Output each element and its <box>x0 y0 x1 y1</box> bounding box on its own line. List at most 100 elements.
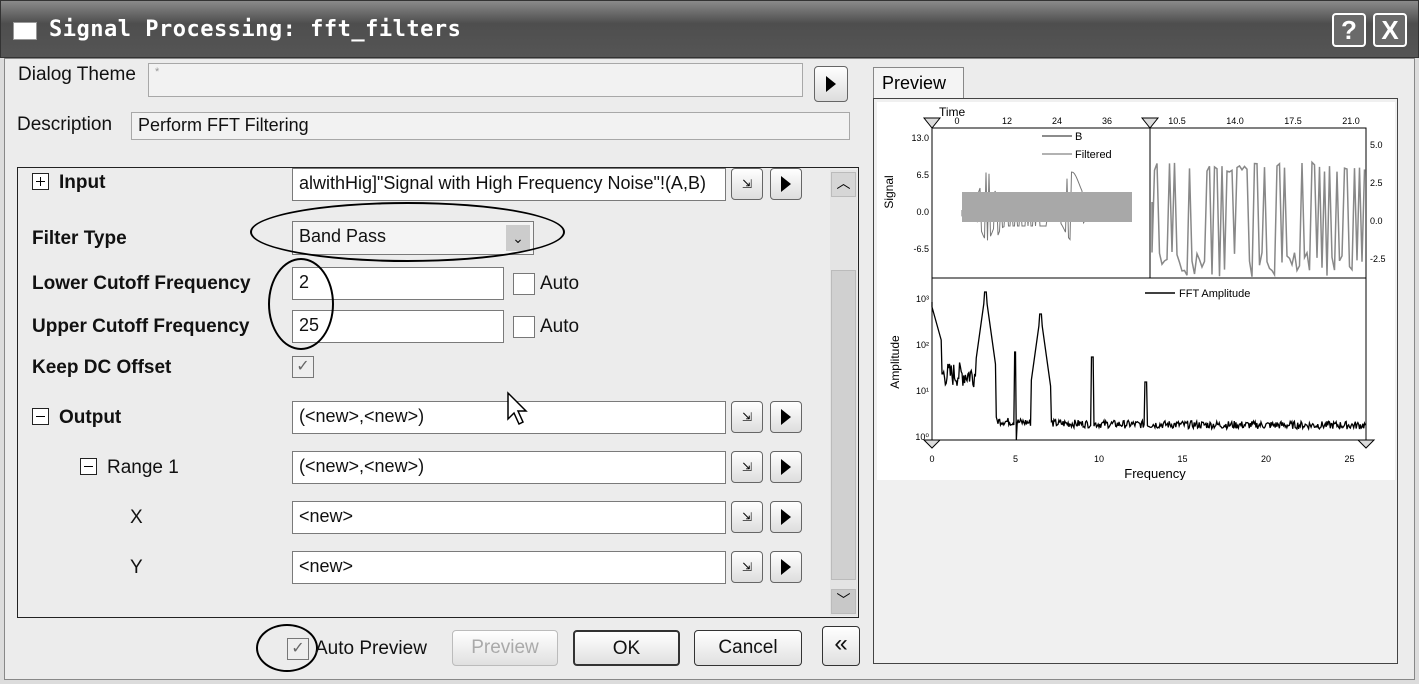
range1-field[interactable]: (<new>,<new>) <box>292 451 726 484</box>
x-tick-label: 21.0 <box>1342 116 1360 126</box>
input-node[interactable]: Input <box>32 172 105 194</box>
x-tick-label: 10 <box>1094 454 1104 464</box>
arrow-right-icon <box>826 76 836 92</box>
annotation-ellipse <box>250 202 565 262</box>
y-tick-label: 10³ <box>916 294 929 304</box>
y-tick-label: 6.5 <box>916 170 929 180</box>
arrow-right-icon <box>781 409 791 425</box>
input-range-field[interactable]: alwithHig]"Signal with High Frequency No… <box>292 168 726 201</box>
x-tick-label: 10.5 <box>1168 116 1186 126</box>
upper-auto-label: Auto <box>540 316 580 337</box>
description-field: Perform FFT Filtering <box>131 112 850 140</box>
keep-dc-checkbox[interactable]: ✓ <box>292 356 314 378</box>
cancel-button[interactable]: Cancel <box>694 630 802 666</box>
title-bar: Signal Processing: fft_filters ? X <box>0 0 1419 58</box>
arrow-right-icon <box>781 559 791 575</box>
lower-auto-label: Auto <box>540 273 580 294</box>
signal-axis-label: Signal <box>882 175 896 208</box>
x-tick-label: 17.5 <box>1284 116 1302 126</box>
window-title: Signal Processing: fft_filters <box>49 17 462 42</box>
auto-preview-checkbox[interactable]: ✓ <box>287 638 309 660</box>
keep-dc-label: Keep DC Offset <box>32 357 172 378</box>
preview-button[interactable]: Preview <box>452 630 558 666</box>
output-select-button[interactable]: ⇲ <box>731 401 763 433</box>
upper-auto-checkbox[interactable] <box>513 316 535 338</box>
help-button[interactable]: ? <box>1332 13 1366 47</box>
x-menu-button[interactable] <box>770 501 802 533</box>
input-label: Input <box>59 172 106 193</box>
x-tick-label: 5 <box>1013 454 1018 464</box>
x-tick-label: 24 <box>1052 116 1062 126</box>
arrow-right-icon <box>781 509 791 525</box>
x-tick-label: 12 <box>1002 116 1012 126</box>
y-tick-label: 10¹ <box>916 386 929 396</box>
lower-auto-checkbox[interactable] <box>513 273 535 295</box>
select-range-icon: ⇲ <box>741 510 753 524</box>
legend-b: B <box>1075 131 1082 143</box>
x-tick-label: 14.0 <box>1226 116 1244 126</box>
y-tick-label: -2.5 <box>1370 254 1386 264</box>
x-tick-label: 20 <box>1261 454 1271 464</box>
range1-node[interactable]: Range 1 <box>80 457 179 479</box>
amplitude-axis-label: Amplitude <box>888 335 902 389</box>
ok-button[interactable]: OK <box>573 630 680 666</box>
dialog-theme-field[interactable]: * <box>148 63 803 97</box>
bottom-frame <box>931 277 1367 441</box>
select-range-icon: ⇲ <box>741 410 753 424</box>
collapse-icon[interactable] <box>32 408 49 425</box>
close-button[interactable]: X <box>1373 13 1407 47</box>
theme-menu-button[interactable] <box>814 66 848 102</box>
y-tick-label: 0.0 <box>916 207 929 217</box>
annotation-ellipse <box>268 258 334 350</box>
x-field[interactable]: <new> <box>292 501 726 534</box>
output-menu-button[interactable] <box>770 401 802 433</box>
range-marker-icon <box>1356 439 1376 449</box>
arrow-right-icon <box>781 176 791 192</box>
scroll-up-icon[interactable]: ︿ <box>831 172 856 197</box>
collapse-icon[interactable] <box>80 458 97 475</box>
x-tick-label: 15 <box>1177 454 1187 464</box>
description-label: Description <box>17 114 113 135</box>
range1-menu-button[interactable] <box>770 451 802 483</box>
x-tick-label: 0 <box>929 454 934 464</box>
output-node[interactable]: Output <box>32 407 121 429</box>
window-icon <box>13 22 37 40</box>
x-tick-label: 36 <box>1102 116 1112 126</box>
range-marker-icon <box>922 117 942 129</box>
range1-select-button[interactable]: ⇲ <box>731 451 763 483</box>
y-field[interactable]: <new> <box>292 551 726 584</box>
y-tick-label: 2.5 <box>1370 178 1383 188</box>
y-tick-label: 10² <box>916 340 929 350</box>
select-range-icon: ⇲ <box>741 560 753 574</box>
y-select-button[interactable]: ⇲ <box>731 551 763 583</box>
x-select-button[interactable]: ⇲ <box>731 501 763 533</box>
scroll-thumb[interactable] <box>831 270 856 580</box>
legend-filtered: Filtered <box>1075 149 1112 161</box>
tree-scrollbar[interactable]: ︿ ﹀ <box>830 170 857 616</box>
dialog-theme-label: Dialog Theme <box>18 64 136 85</box>
mouse-cursor-icon <box>507 391 528 426</box>
range1-label: Range 1 <box>107 457 179 478</box>
select-range-icon: ⇲ <box>741 177 753 191</box>
fft-amplitude-trace <box>931 291 1366 441</box>
filter-type-label: Filter Type <box>32 228 127 249</box>
y-tick-label: 13.0 <box>911 133 929 143</box>
x-tick-label: 25 <box>1344 454 1354 464</box>
input-select-button[interactable]: ⇲ <box>731 168 763 200</box>
collapse-preview-button[interactable]: « <box>822 626 860 666</box>
y-label: Y <box>130 557 143 578</box>
select-range-icon: ⇲ <box>741 460 753 474</box>
output-label: Output <box>59 407 122 428</box>
arrow-right-icon <box>781 459 791 475</box>
y-tick-label: -6.5 <box>913 244 929 254</box>
x-label: X <box>130 507 143 528</box>
auto-preview-label: Auto Preview <box>315 638 427 659</box>
upper-cutoff-label: Upper Cutoff Frequency <box>32 316 250 337</box>
input-menu-button[interactable] <box>770 168 802 200</box>
scroll-down-icon[interactable]: ﹀ <box>831 589 856 614</box>
preview-graph: 0 12 24 36 10.5 14.0 17.5 21.0 13.0 6.5 0.0 -6.5 5.0… <box>877 102 1395 480</box>
y-menu-button[interactable] <box>770 551 802 583</box>
expand-icon[interactable] <box>32 173 49 190</box>
tab-preview[interactable]: Preview <box>873 67 964 99</box>
time-axis-label: Time <box>939 105 966 119</box>
